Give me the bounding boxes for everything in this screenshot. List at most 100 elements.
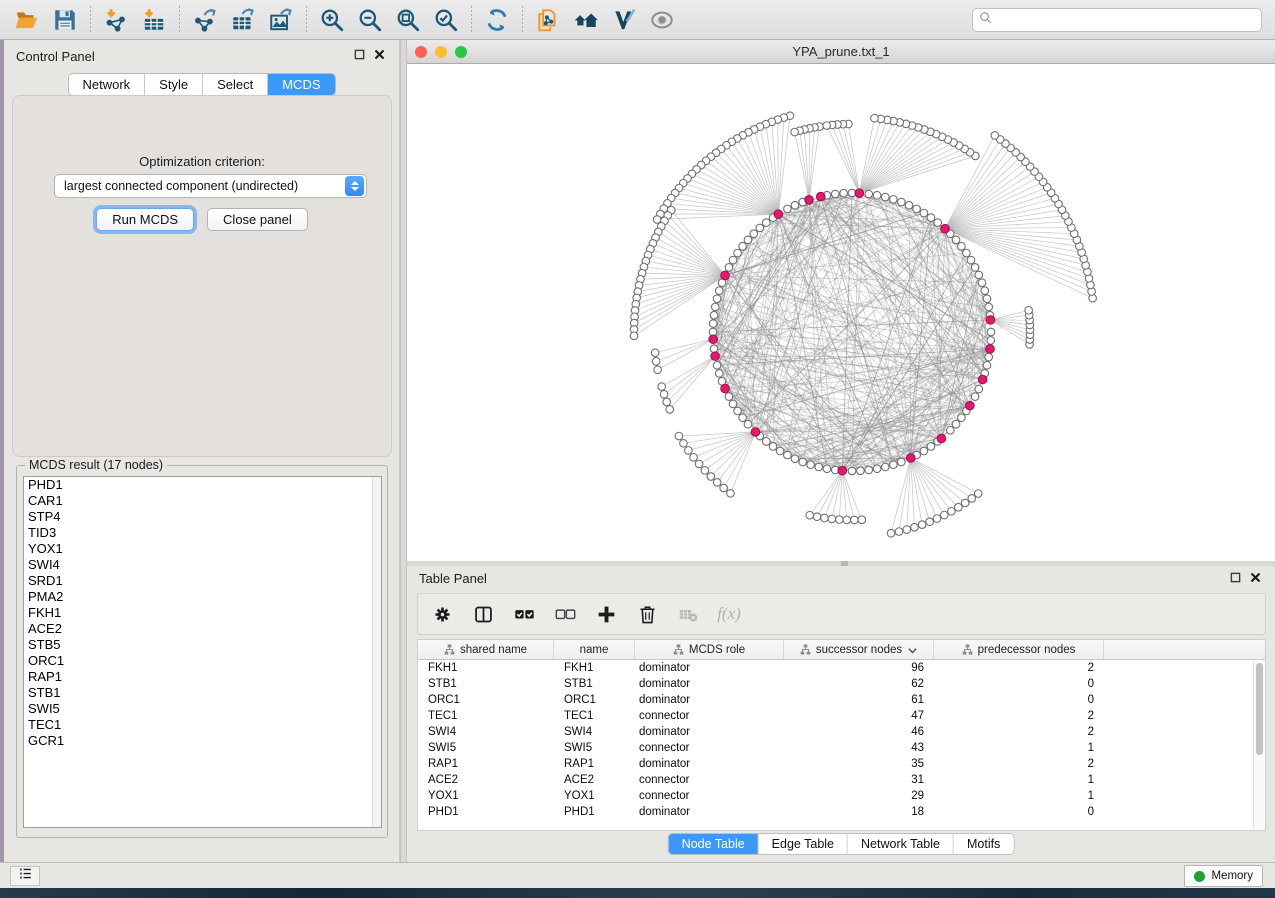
mcds-result-item[interactable]: YOX1: [24, 541, 381, 557]
network-node[interactable]: [799, 458, 807, 466]
mcds-hub-node[interactable]: [838, 466, 847, 475]
export-network-button[interactable]: [186, 3, 224, 37]
mcds-result-item[interactable]: CAR1: [24, 493, 381, 509]
mcds-result-item[interactable]: TEC1: [24, 717, 381, 733]
column-header-predecessor-nodes[interactable]: predecessor nodes: [934, 640, 1104, 659]
network-node[interactable]: [727, 490, 735, 498]
table-row[interactable]: SWI4SWI4dominator462: [418, 724, 1265, 740]
network-node[interactable]: [881, 193, 889, 201]
mcds-result-item[interactable]: ACE2: [24, 621, 381, 637]
network-node[interactable]: [873, 465, 881, 473]
network-node[interactable]: [807, 461, 815, 469]
mcds-hub-node[interactable]: [721, 271, 730, 280]
network-node[interactable]: [729, 400, 737, 408]
network-node[interactable]: [927, 214, 935, 222]
network-node[interactable]: [663, 398, 671, 406]
network-node[interactable]: [971, 264, 979, 272]
network-node[interactable]: [831, 190, 839, 198]
network-node[interactable]: [651, 349, 659, 357]
table-mode-gear-button[interactable]: [430, 602, 454, 626]
mcds-hub-node[interactable]: [978, 375, 987, 384]
network-node[interactable]: [710, 345, 718, 353]
network-node[interactable]: [821, 514, 829, 522]
network-node[interactable]: [952, 420, 960, 428]
network-node[interactable]: [713, 295, 721, 303]
network-node[interactable]: [971, 393, 979, 401]
network-node[interactable]: [974, 490, 982, 498]
tab-node-table[interactable]: Node Table: [669, 834, 759, 854]
network-node[interactable]: [630, 332, 638, 340]
network-node[interactable]: [707, 473, 715, 481]
network-node[interactable]: [828, 515, 836, 523]
close-icon[interactable]: [1250, 572, 1261, 583]
float-window-icon[interactable]: [354, 49, 365, 60]
column-header-successor-nodes[interactable]: successor nodes: [784, 640, 934, 659]
mcds-hub-node[interactable]: [941, 224, 950, 233]
network-node[interactable]: [713, 361, 721, 369]
network-node[interactable]: [791, 455, 799, 463]
network-node[interactable]: [871, 114, 879, 122]
mcds-hub-node[interactable]: [937, 434, 946, 443]
tab-select[interactable]: Select: [203, 74, 268, 95]
network-node[interactable]: [658, 383, 666, 391]
network-node[interactable]: [890, 461, 898, 469]
network-node[interactable]: [926, 518, 934, 526]
mcds-result-item[interactable]: STB1: [24, 685, 381, 701]
mcds-result-item[interactable]: ORC1: [24, 653, 381, 669]
column-header-name[interactable]: name: [554, 640, 635, 659]
network-node[interactable]: [813, 513, 821, 521]
network-node[interactable]: [897, 198, 905, 206]
network-node[interactable]: [865, 190, 873, 198]
zoom-fit-button[interactable]: [389, 3, 427, 37]
network-node[interactable]: [725, 264, 733, 272]
network-node[interactable]: [660, 390, 668, 398]
network-node[interactable]: [911, 523, 919, 531]
eye-button[interactable]: [643, 3, 681, 37]
apply-layout-button[interactable]: [478, 3, 516, 37]
network-node[interactable]: [843, 516, 851, 524]
tab-network-table[interactable]: Network Table: [848, 834, 954, 854]
table-row[interactable]: TEC1TEC1connector472: [418, 708, 1265, 724]
network-node[interactable]: [987, 337, 995, 345]
network-node[interactable]: [690, 453, 698, 461]
network-node[interactable]: [851, 516, 859, 524]
network-node[interactable]: [958, 242, 966, 250]
mcds-result-item[interactable]: GCR1: [24, 733, 381, 749]
mcds-hub-node[interactable]: [805, 196, 814, 205]
network-node[interactable]: [946, 426, 954, 434]
network-node[interactable]: [968, 495, 976, 503]
table-row[interactable]: ACE2ACE2connector311: [418, 772, 1265, 788]
mcds-hub-node[interactable]: [906, 454, 915, 463]
tab-style[interactable]: Style: [145, 74, 203, 95]
close-panel-button[interactable]: Close panel: [207, 208, 308, 231]
zoom-out-button[interactable]: [351, 3, 389, 37]
network-node[interactable]: [905, 201, 913, 209]
column-header-shared-name[interactable]: shared name: [418, 640, 554, 659]
network-node[interactable]: [985, 353, 993, 361]
task-history-button[interactable]: [10, 866, 40, 886]
network-node[interactable]: [975, 271, 983, 279]
network-node[interactable]: [791, 128, 799, 136]
network-node[interactable]: [715, 287, 723, 295]
network-node[interactable]: [963, 249, 971, 257]
network-node[interactable]: [873, 191, 881, 199]
network-node[interactable]: [927, 443, 935, 451]
network-node[interactable]: [991, 132, 999, 140]
search-input[interactable]: [998, 13, 1255, 27]
network-node[interactable]: [887, 529, 895, 537]
table-row[interactable]: STB1STB1dominator620: [418, 676, 1265, 692]
network-node[interactable]: [725, 393, 733, 401]
import-table-button[interactable]: [135, 3, 173, 37]
network-node[interactable]: [806, 511, 814, 519]
network-node[interactable]: [762, 219, 770, 227]
deselect-all-button[interactable]: [553, 602, 577, 626]
table-row[interactable]: YOX1YOX1connector291: [418, 788, 1265, 804]
network-node[interactable]: [961, 499, 969, 507]
network-node[interactable]: [756, 224, 764, 232]
network-node[interactable]: [666, 406, 674, 414]
network-node[interactable]: [840, 189, 848, 197]
network-node[interactable]: [940, 511, 948, 519]
export-table-button[interactable]: [224, 3, 262, 37]
network-node[interactable]: [920, 209, 928, 217]
table-row[interactable]: ORC1ORC1dominator610: [418, 692, 1265, 708]
